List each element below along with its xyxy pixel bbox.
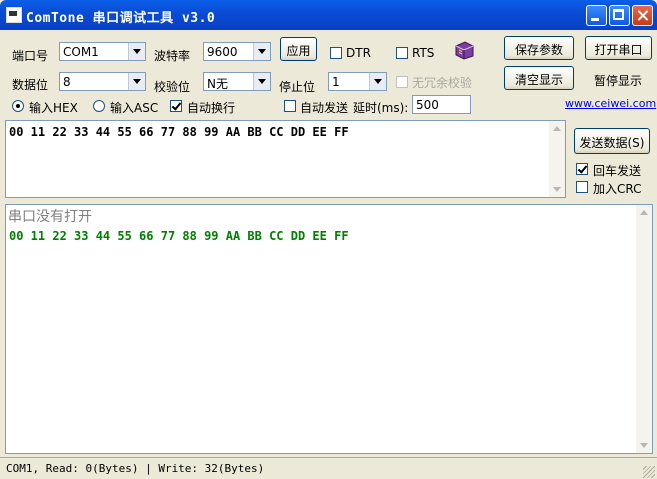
save-params-button[interactable]: 保存参数 bbox=[504, 36, 574, 60]
clear-display-button[interactable]: 清空显示 bbox=[504, 66, 574, 90]
chevron-down-icon[interactable] bbox=[128, 73, 145, 90]
scroll-down-icon[interactable] bbox=[636, 437, 652, 453]
receive-area[interactable]: 串口没有打开 00 11 22 33 44 55 66 77 88 99 AA … bbox=[5, 204, 653, 454]
baud-select[interactable]: 9600 bbox=[203, 42, 271, 61]
chevron-down-icon[interactable] bbox=[128, 43, 145, 60]
baud-value: 9600 bbox=[207, 45, 238, 59]
chevron-down-icon[interactable] bbox=[253, 43, 270, 60]
autowrap-label: 自动换行 bbox=[187, 101, 236, 115]
title-bar[interactable]: ComTone 串口调试工具 v3.0 bbox=[0, 0, 657, 30]
chevron-down-icon[interactable] bbox=[369, 73, 386, 90]
port-select[interactable]: COM1 bbox=[59, 42, 146, 61]
dtr-label: DTR bbox=[346, 46, 371, 60]
website-link[interactable]: www.ceiwei.com bbox=[565, 97, 656, 110]
parity-label: 校验位 bbox=[154, 80, 191, 94]
open-port-button[interactable]: 打开串口 bbox=[585, 36, 652, 60]
enter-send-label: 回车发送 bbox=[593, 164, 642, 178]
chevron-down-icon[interactable] bbox=[253, 73, 270, 90]
status-text: COM1, Read: 0(Bytes) | Write: 32(Bytes) bbox=[6, 462, 265, 475]
app-icon[interactable] bbox=[6, 7, 22, 23]
databits-select[interactable]: 8 bbox=[59, 72, 146, 91]
databits-value: 8 bbox=[63, 75, 71, 89]
send-data-button[interactable]: 发送数据(S) bbox=[574, 128, 650, 154]
enter-send-checkbox[interactable] bbox=[576, 163, 588, 175]
apply-button[interactable]: 应用 bbox=[280, 37, 317, 61]
scroll-up-icon[interactable] bbox=[636, 205, 652, 221]
send-data-label: 发送数据(S) bbox=[579, 136, 645, 150]
add-crc-checkbox[interactable] bbox=[576, 181, 588, 193]
delay-label: 延时(ms): bbox=[353, 101, 409, 115]
window-title: ComTone 串口调试工具 v3.0 bbox=[26, 11, 216, 26]
apply-button-label: 应用 bbox=[286, 44, 311, 58]
asc-label: 输入ASC bbox=[110, 101, 159, 115]
noredundant-label: 无冗余校验 bbox=[412, 76, 473, 90]
asc-radio[interactable] bbox=[93, 100, 105, 112]
resize-grip-icon[interactable] bbox=[643, 466, 655, 478]
rts-checkbox[interactable] bbox=[396, 47, 408, 59]
send-text: 00 11 22 33 44 55 66 77 88 99 AA BB CC D… bbox=[9, 125, 349, 139]
stopbits-label: 停止位 bbox=[279, 80, 316, 94]
send-textarea[interactable]: 00 11 22 33 44 55 66 77 88 99 AA BB CC D… bbox=[5, 120, 566, 198]
databits-label: 数据位 bbox=[12, 78, 49, 92]
stopbits-select[interactable]: 1 bbox=[328, 72, 387, 91]
delay-input[interactable]: 500 bbox=[412, 95, 471, 114]
add-crc-label: 加入CRC bbox=[593, 182, 642, 196]
autosend-label: 自动发送 bbox=[300, 101, 349, 115]
scroll-down-icon[interactable] bbox=[549, 181, 565, 197]
dtr-checkbox[interactable] bbox=[330, 47, 342, 59]
status-bar: COM1, Read: 0(Bytes) | Write: 32(Bytes) bbox=[0, 457, 657, 479]
port-value: COM1 bbox=[63, 45, 99, 59]
maximize-icon[interactable] bbox=[609, 5, 630, 26]
send-scrollbar[interactable] bbox=[549, 121, 565, 197]
port-status-text: 串口没有打开 bbox=[8, 209, 92, 225]
received-data-text: 00 11 22 33 44 55 66 77 88 99 AA BB CC D… bbox=[9, 229, 349, 243]
autosend-checkbox[interactable] bbox=[284, 100, 296, 112]
open-port-label: 打开串口 bbox=[594, 43, 643, 57]
rts-label: RTS bbox=[412, 46, 435, 60]
close-icon[interactable] bbox=[632, 5, 653, 26]
parity-select[interactable]: N无 bbox=[203, 72, 271, 91]
pause-display-button[interactable]: 暂停显示 bbox=[594, 72, 642, 89]
save-params-label: 保存参数 bbox=[514, 43, 563, 57]
hex-radio[interactable] bbox=[12, 100, 24, 112]
main-window: ComTone 串口调试工具 v3.0 端口号 COM1 波特率 9600 应用… bbox=[0, 0, 657, 479]
hex-label: 输入HEX bbox=[29, 101, 78, 115]
baud-label: 波特率 bbox=[154, 49, 191, 63]
stopbits-value: 1 bbox=[332, 75, 340, 89]
parity-value: N无 bbox=[207, 77, 228, 91]
noredundant-checkbox[interactable] bbox=[396, 76, 408, 88]
delay-value: 500 bbox=[416, 98, 439, 112]
receive-scrollbar[interactable] bbox=[636, 205, 652, 453]
port-label: 端口号 bbox=[12, 49, 49, 63]
book-icon[interactable] bbox=[453, 40, 475, 60]
clear-display-label: 清空显示 bbox=[514, 73, 563, 87]
scroll-up-icon[interactable] bbox=[549, 121, 565, 137]
minimize-icon[interactable] bbox=[586, 5, 607, 26]
autowrap-checkbox[interactable] bbox=[170, 100, 182, 112]
